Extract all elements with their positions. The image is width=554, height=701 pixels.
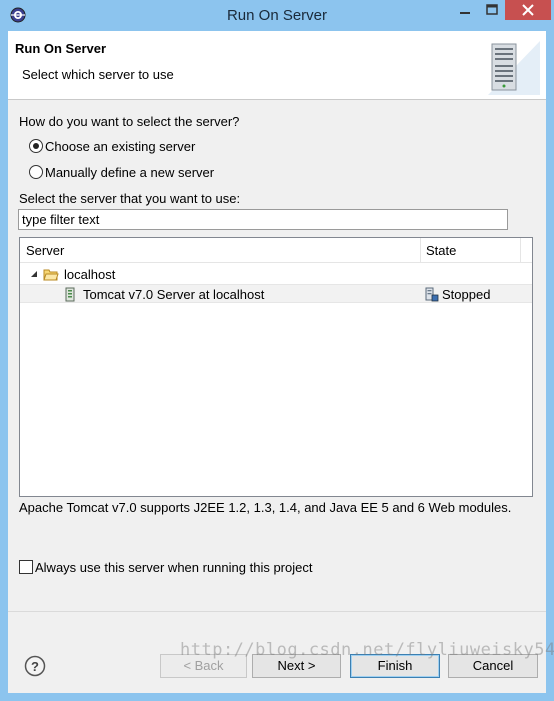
expand-triangle-icon[interactable] [30, 270, 38, 278]
filter-input[interactable] [19, 210, 502, 229]
filter-field[interactable] [18, 209, 508, 230]
always-use-label[interactable]: Always use this server when running this… [35, 560, 312, 575]
footer-divider [8, 611, 546, 612]
close-button[interactable] [505, 0, 551, 20]
server-list-label: Select the server that you want to use: [19, 191, 241, 206]
dialog-content: Run On Server Select which server to use… [8, 31, 546, 693]
folder-icon [43, 269, 59, 281]
stopped-state-icon [425, 287, 439, 302]
maximize-icon [486, 4, 498, 15]
manual-define-radio[interactable] [29, 165, 43, 179]
column-header-state[interactable]: State [426, 243, 456, 258]
choose-existing-radio[interactable] [29, 139, 43, 153]
always-use-checkbox[interactable] [19, 560, 33, 574]
column-divider[interactable] [520, 238, 521, 262]
server-icon [65, 287, 75, 302]
watermark-text: http://blog.csdn.net/flyliuweisky547 [180, 640, 554, 660]
server-tower-icon [488, 41, 540, 95]
title-bar[interactable]: Run On Server [0, 0, 554, 32]
dialog-header: Run On Server Select which server to use [8, 31, 546, 100]
minimize-icon [460, 12, 470, 14]
column-divider[interactable] [420, 238, 421, 262]
header-subtitle: Select which server to use [22, 67, 174, 82]
server-row-tomcat[interactable]: Tomcat v7.0 Server at localhost Stopped [20, 284, 532, 303]
column-header-server[interactable]: Server [26, 243, 64, 258]
help-glyph: ? [31, 659, 39, 674]
server-description: Apache Tomcat v7.0 supports J2EE 1.2, 1.… [19, 500, 512, 515]
run-on-server-window: Run On Server Run On Server Select which… [0, 0, 554, 701]
tree-group-localhost[interactable]: localhost [20, 265, 532, 284]
help-icon[interactable]: ? [24, 655, 46, 677]
group-name: localhost [64, 267, 116, 282]
server-table[interactable]: Server State localhost Tomcat v7.0 Serve… [19, 237, 533, 497]
table-header: Server State [20, 238, 532, 263]
choose-existing-label[interactable]: Choose an existing server [45, 139, 195, 154]
manual-define-label[interactable]: Manually define a new server [45, 165, 214, 180]
header-title: Run On Server [15, 41, 107, 56]
server-name: Tomcat v7.0 Server at localhost [83, 287, 265, 302]
selection-question: How do you want to select the server? [19, 114, 240, 129]
close-icon [522, 4, 534, 16]
maximize-button[interactable] [478, 0, 506, 20]
minimize-button[interactable] [450, 0, 480, 20]
server-state: Stopped [442, 287, 491, 302]
